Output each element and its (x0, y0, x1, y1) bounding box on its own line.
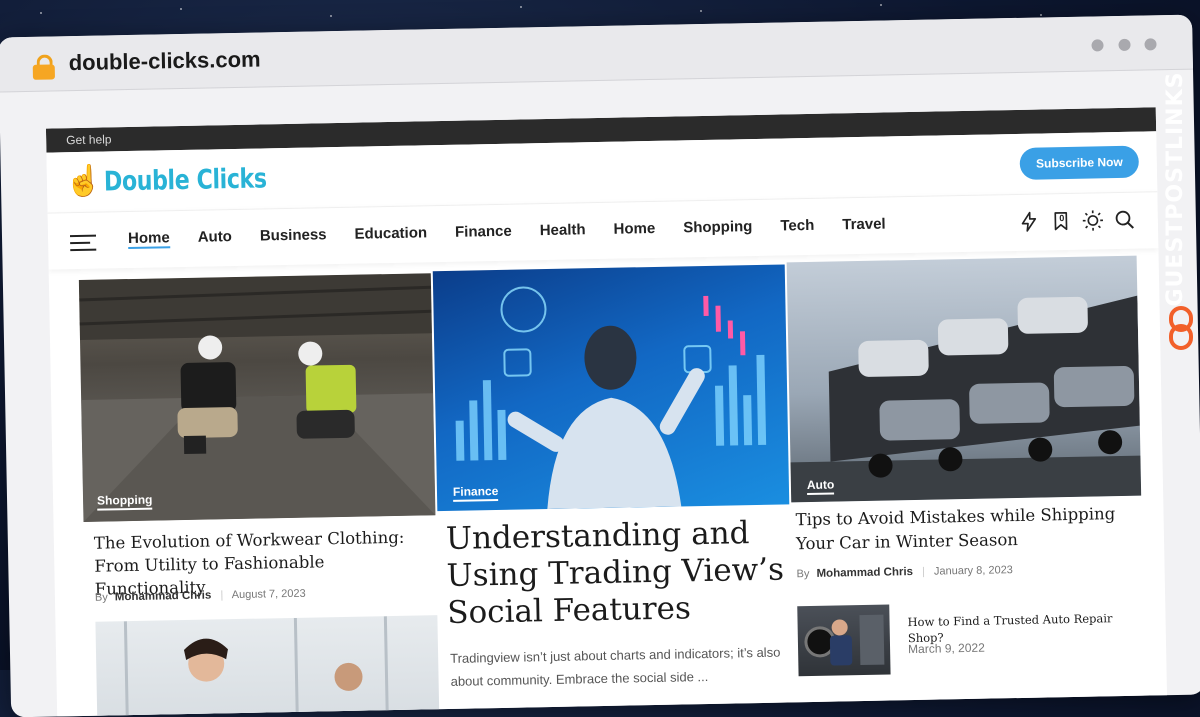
search-icon[interactable] (1114, 209, 1138, 233)
nav-item-travel[interactable]: Travel (842, 215, 886, 235)
author-name[interactable]: Mohammad Chris (816, 566, 913, 580)
category-label-shopping[interactable]: Shopping (97, 493, 153, 511)
nav-item-finance[interactable]: Finance (455, 223, 512, 243)
nav-item-tech[interactable]: Tech (780, 217, 814, 237)
nav-item-health[interactable]: Health (540, 221, 586, 241)
category-label-auto[interactable]: Auto (807, 478, 835, 496)
link-chain-icon (1166, 304, 1196, 352)
bookmark-count: 0 (1057, 213, 1067, 225)
lock-icon (33, 54, 55, 78)
article-meta: By Mohammad Chris | January 8, 2023 (797, 564, 1013, 580)
window-controls (1081, 37, 1156, 56)
window-dot-icon (1092, 39, 1104, 51)
article-date: January 8, 2023 (934, 564, 1013, 578)
nav-item-auto[interactable]: Auto (198, 228, 233, 248)
article-date: August 7, 2023 (232, 588, 306, 601)
featured-article-title[interactable]: Understanding and Using Trading View’s S… (446, 514, 788, 632)
page-viewport: Get help ☝ Double Clicks Subscribe Now H… (46, 107, 1167, 717)
browser-window: double-clicks.com Get help ☝ Double Clic… (0, 15, 1200, 717)
by-label: By (797, 568, 810, 580)
nav-item-home[interactable]: Home (128, 229, 170, 249)
site-logo[interactable]: ☝ Double Clicks (65, 158, 303, 203)
article-date: March 9, 2022 (908, 641, 985, 656)
window-dot-icon (1144, 38, 1156, 50)
article-image-car-shipping[interactable]: Auto (787, 256, 1142, 503)
article-thumb-auto-repair[interactable] (797, 604, 890, 676)
guestpostlinks-watermark: GUESTPOSTLINKS (1160, 60, 1200, 360)
article-image-workwear[interactable]: Shopping (79, 273, 436, 522)
bookmark-icon[interactable]: 0 (1050, 210, 1074, 234)
by-label: By (95, 591, 108, 603)
menu-icon[interactable] (70, 235, 96, 256)
author-name[interactable]: Mohammad Chris (115, 590, 212, 604)
category-label-finance[interactable]: Finance (453, 484, 499, 502)
watermark-text: GUESTPOSTLINKS (1163, 61, 1197, 317)
get-help-link[interactable]: Get help (66, 132, 112, 147)
article-excerpt: Tradingview isn’t just about charts and … (450, 640, 793, 693)
article-title[interactable]: Tips to Avoid Mistakes while Shipping Yo… (795, 502, 1141, 557)
window-dot-icon (1118, 39, 1130, 51)
pointer-hand-icon: ☝ (65, 162, 103, 203)
nav-item-home-2[interactable]: Home (613, 220, 655, 240)
sun-icon[interactable] (1082, 209, 1106, 233)
article-image-fitness[interactable] (95, 615, 439, 717)
logo-text: Double Clicks (104, 163, 267, 197)
address-bar[interactable]: double-clicks.com (0, 15, 1193, 93)
url-text[interactable]: double-clicks.com (68, 46, 260, 76)
nav-item-shopping[interactable]: Shopping (683, 218, 753, 238)
lightning-icon[interactable] (1018, 210, 1042, 234)
nav-item-education[interactable]: Education (354, 224, 427, 244)
nav-item-business[interactable]: Business (260, 226, 327, 246)
subscribe-button[interactable]: Subscribe Now (1020, 146, 1139, 180)
article-image-trading[interactable]: Finance (433, 264, 790, 511)
